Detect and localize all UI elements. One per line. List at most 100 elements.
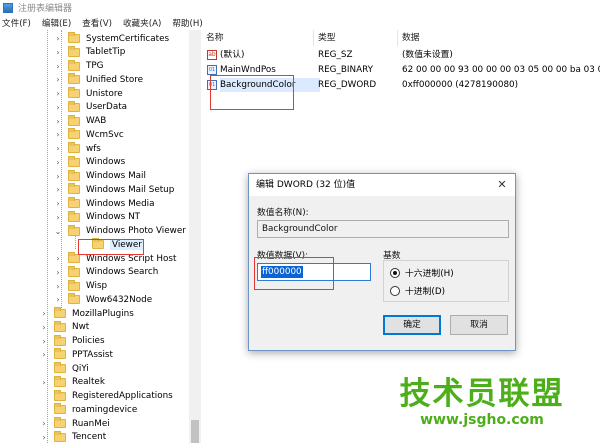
tree-item-label: RegisteredApplications bbox=[72, 391, 173, 401]
window-title: 注册表编辑器 bbox=[18, 4, 73, 14]
tree-item[interactable]: › PPTAssist bbox=[40, 348, 113, 361]
column-data[interactable]: 数据 bbox=[398, 30, 600, 46]
chevron-right-icon[interactable]: › bbox=[40, 431, 48, 443]
tree-item[interactable]: › TPG bbox=[54, 59, 104, 73]
tree-item[interactable]: › Tencent bbox=[40, 430, 106, 443]
tree-item-label: RuanMei bbox=[72, 418, 110, 429]
tree-item[interactable]: › Windows bbox=[54, 155, 126, 169]
tree-item[interactable]: › SystemCertificates bbox=[54, 32, 169, 45]
value-type: REG_BINARY bbox=[318, 65, 374, 75]
tree-item[interactable]: › Wisp bbox=[54, 279, 107, 293]
chevron-right-icon[interactable]: › bbox=[40, 321, 48, 334]
tree-item[interactable]: › Nwt bbox=[40, 320, 89, 334]
tree-item-label: SystemCertificates bbox=[86, 33, 170, 44]
ok-button[interactable]: 确定 bbox=[383, 315, 441, 335]
title-bar: 注册表编辑器 bbox=[0, 0, 600, 15]
tree-item[interactable]: › Unistore bbox=[54, 87, 123, 100]
chevron-right-icon[interactable]: › bbox=[40, 348, 48, 361]
chevron-right-icon[interactable]: › bbox=[40, 307, 48, 320]
radio-decimal[interactable]: 十进制(D) bbox=[390, 284, 445, 297]
chevron-right-icon bbox=[40, 403, 48, 416]
menu-view[interactable]: 查看(V) bbox=[82, 17, 112, 29]
tree-scrollbar-thumb[interactable] bbox=[191, 420, 199, 443]
chevron-right-icon[interactable]: › bbox=[40, 376, 48, 389]
menu-file[interactable]: 文件(F) bbox=[2, 17, 31, 29]
close-icon[interactable]: ✕ bbox=[495, 178, 509, 192]
tree-item[interactable]: › Wow6432Node bbox=[54, 293, 152, 306]
chevron-right-icon[interactable]: › bbox=[54, 211, 62, 224]
folder-icon bbox=[68, 45, 80, 57]
radio-hex[interactable]: 十六进制(H) bbox=[390, 266, 454, 279]
radio-hex-label: 十六进制(H) bbox=[405, 269, 454, 279]
registry-tree[interactable]: › SystemCertificates › TabletTip › TPG › Unifie… bbox=[0, 30, 201, 443]
tree-item[interactable]: › Windows Mail bbox=[54, 169, 146, 183]
tree-item[interactable]: roamingdevice bbox=[40, 403, 137, 416]
folder-icon bbox=[68, 87, 80, 98]
tree-item[interactable]: › Windows Search bbox=[54, 265, 158, 279]
tree-item[interactable]: › Windows Media bbox=[54, 197, 155, 210]
tree-item[interactable]: › WcmSvc bbox=[54, 128, 124, 141]
binary-value-icon: 01 bbox=[207, 65, 217, 75]
value-row-default[interactable]: ab (默认) REG_SZ (数值未设置) bbox=[202, 48, 600, 62]
chevron-right-icon[interactable]: › bbox=[54, 73, 62, 86]
tree-item-label: PPTAssist bbox=[72, 349, 113, 360]
tree-item[interactable]: › MozillaPlugins bbox=[40, 307, 134, 320]
tree-item[interactable]: QiYi bbox=[40, 362, 89, 375]
chevron-right-icon[interactable]: › bbox=[40, 335, 48, 348]
chevron-right-icon[interactable]: › bbox=[54, 197, 62, 210]
tree-item[interactable]: › UserData bbox=[54, 100, 127, 114]
chevron-right-icon[interactable]: › bbox=[54, 46, 62, 59]
chevron-right-icon[interactable]: › bbox=[54, 280, 62, 293]
tree-item[interactable]: › WAB bbox=[54, 114, 106, 128]
chevron-down-icon[interactable]: ⌄ bbox=[54, 225, 62, 238]
tree-item-label: Windows bbox=[86, 157, 126, 168]
highlight-box-backgroundcolor bbox=[210, 75, 294, 110]
tree-item[interactable]: › Policies bbox=[40, 334, 105, 348]
chevron-right-icon[interactable]: › bbox=[54, 156, 62, 169]
tree-item-label: Wow6432Node bbox=[86, 294, 153, 305]
column-type[interactable]: 类型 bbox=[314, 30, 398, 46]
folder-icon bbox=[68, 293, 80, 305]
tree-item-label: Windows Photo Viewer bbox=[86, 226, 186, 236]
chevron-right-icon[interactable]: › bbox=[54, 183, 62, 196]
tree-item[interactable]: › Unified Store bbox=[54, 73, 143, 86]
tree-item[interactable]: › Windows Mail Setup bbox=[54, 183, 174, 196]
folder-icon bbox=[54, 334, 66, 346]
chevron-right-icon[interactable]: › bbox=[54, 142, 62, 155]
menu-favorites[interactable]: 收藏夹(A) bbox=[123, 17, 161, 29]
chevron-right-icon[interactable]: › bbox=[54, 252, 62, 265]
tree-item[interactable]: › RuanMei bbox=[40, 417, 110, 430]
tree-item[interactable]: › wfs bbox=[54, 142, 101, 155]
chevron-right-icon[interactable]: › bbox=[54, 32, 62, 45]
tree-item[interactable]: › Realtek bbox=[40, 375, 105, 389]
menu-edit[interactable]: 编辑(E) bbox=[42, 17, 71, 29]
tree-item-label: WcmSvc bbox=[86, 129, 124, 140]
menu-help[interactable]: 帮助(H) bbox=[172, 17, 202, 29]
chevron-right-icon[interactable]: › bbox=[54, 266, 62, 279]
chevron-right-icon[interactable]: › bbox=[54, 87, 62, 100]
folder-icon bbox=[68, 265, 80, 277]
chevron-right-icon[interactable]: › bbox=[54, 293, 62, 306]
chevron-right-icon[interactable]: › bbox=[54, 128, 62, 141]
chevron-right-icon[interactable]: › bbox=[54, 170, 62, 183]
value-name-field: BackgroundColor bbox=[257, 220, 509, 238]
folder-icon bbox=[54, 307, 66, 318]
column-name[interactable]: 名称 bbox=[202, 30, 314, 46]
tree-scrollbar[interactable] bbox=[189, 30, 201, 443]
chevron-right-icon[interactable]: › bbox=[54, 60, 62, 73]
tree-item[interactable]: › TabletTip bbox=[54, 45, 125, 59]
folder-icon bbox=[68, 183, 80, 195]
tree-item[interactable]: › Windows NT bbox=[54, 210, 140, 224]
tree-item[interactable]: ⌄ Windows Photo Viewer bbox=[54, 224, 186, 238]
tree-item[interactable]: RegisteredApplications bbox=[40, 389, 173, 403]
folder-icon bbox=[54, 430, 66, 442]
folder-icon bbox=[68, 100, 80, 112]
chevron-right-icon[interactable]: › bbox=[40, 417, 48, 430]
folder-icon bbox=[54, 320, 66, 332]
value-data: 62 00 00 00 93 00 00 00 03 05 00 00 ba 0… bbox=[402, 65, 600, 75]
value-data: 0xff000000 (4278190080) bbox=[402, 80, 519, 90]
chevron-right-icon[interactable]: › bbox=[54, 101, 62, 114]
cancel-button[interactable]: 取消 bbox=[450, 315, 508, 335]
chevron-right-icon[interactable]: › bbox=[54, 115, 62, 128]
folder-icon bbox=[54, 362, 66, 373]
